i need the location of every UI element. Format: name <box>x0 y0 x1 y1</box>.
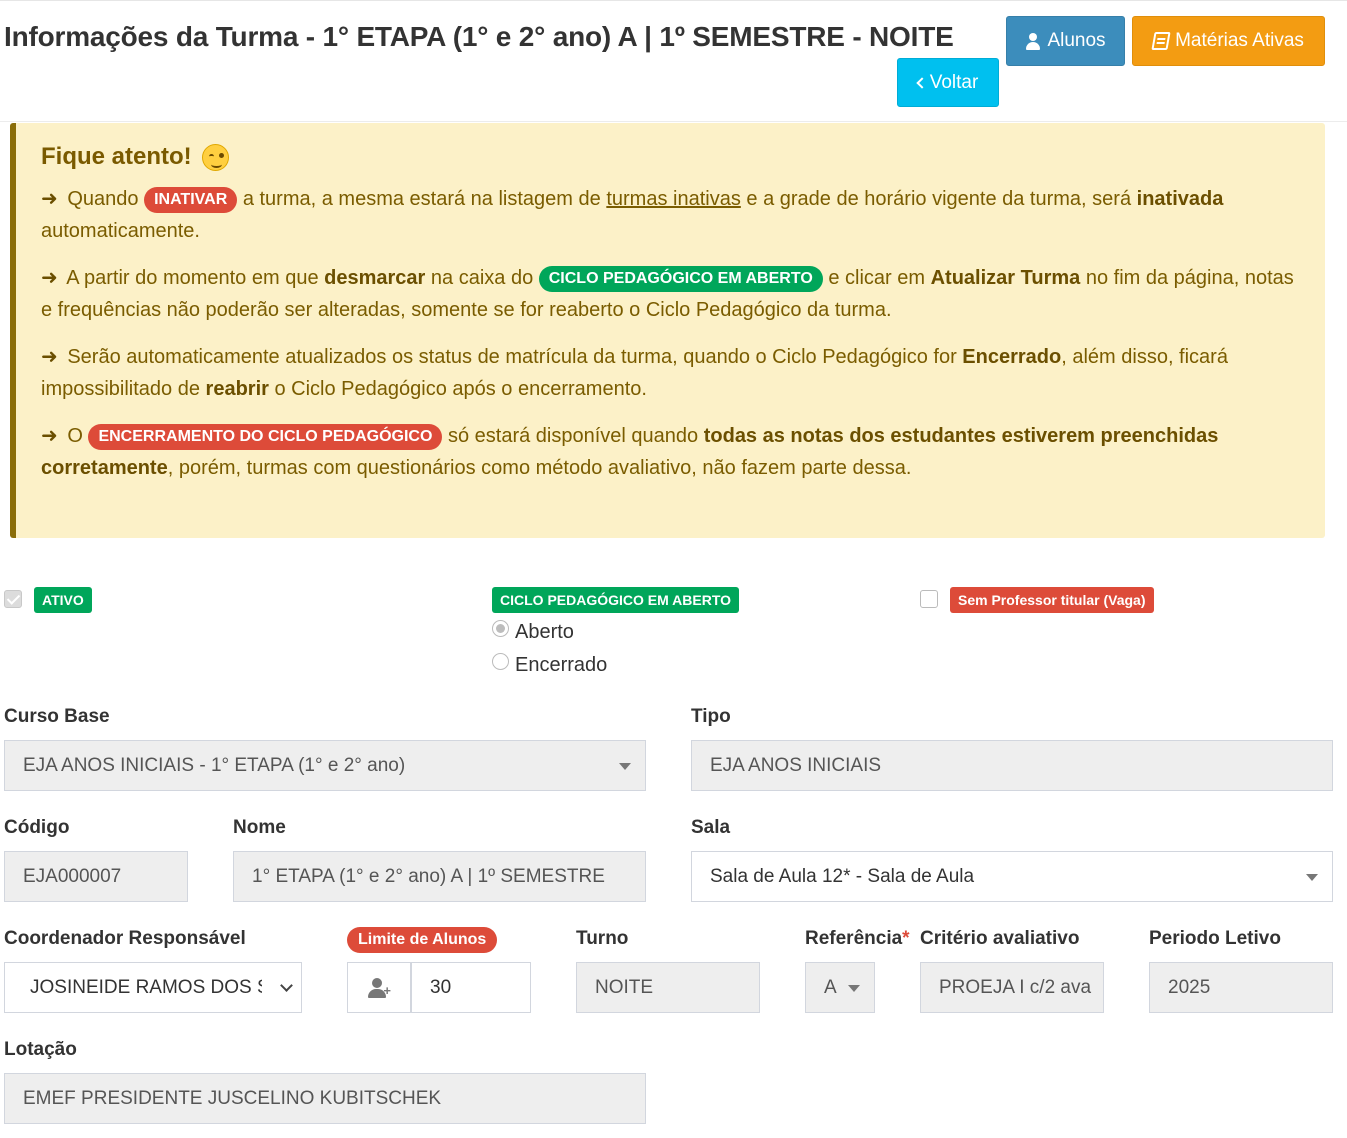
codigo-label: Código <box>4 817 70 838</box>
limite-alunos-input[interactable]: 30 <box>411 962 531 1013</box>
sala-select[interactable]: Sala de Aula 12* - Sala de Aula <box>691 851 1333 902</box>
ciclo-aberto-radio-label: Aberto <box>515 621 574 643</box>
criterio-avaliativo-field: PROEJA I c/2 ava <box>920 962 1104 1013</box>
warning-callout: Fique atento! ➜ Quando INATIVAR a turma,… <box>10 123 1325 538</box>
ativo-checkbox[interactable] <box>4 590 22 608</box>
codigo-field: EJA000007 <box>4 851 188 902</box>
chevron-down-icon <box>280 979 293 992</box>
arrow-right-icon: ➜ <box>41 346 58 368</box>
curso-base-label: Curso Base <box>4 706 110 727</box>
turmas-inativas-link[interactable]: turmas inativas <box>606 188 741 210</box>
required-asterisk: * <box>902 928 910 949</box>
alunos-button-label: Alunos <box>1047 30 1106 51</box>
ativo-label: ATIVO <box>34 587 92 613</box>
ciclo-encerrado-radio[interactable] <box>492 653 509 670</box>
coordenador-select[interactable]: JOSINEIDE RAMOS DOS S ( <box>4 962 302 1013</box>
sem-professor-label: Sem Professor titular (Vaga) <box>950 587 1154 613</box>
curso-base-select[interactable]: EJA ANOS INICIAIS - 1° ETAPA (1° e 2° an… <box>4 740 646 791</box>
wink-emoji-icon <box>201 143 229 171</box>
limite-alunos-label: Limite de Alunos <box>347 927 498 953</box>
caret-down-icon <box>1306 874 1318 881</box>
callout-paragraph-2: ➜ A partir do momento em que desmarcar n… <box>41 262 1299 326</box>
page-header: Informações da Turma - 1° ETAPA (1° e 2°… <box>0 0 1347 122</box>
materias-ativas-button[interactable]: Matérias Ativas <box>1132 16 1325 66</box>
callout-paragraph-3: ➜ Serão automaticamente atualizados os s… <box>41 341 1299 405</box>
arrow-right-icon: ➜ <box>41 188 58 210</box>
sem-professor-checkbox[interactable] <box>920 590 938 608</box>
voltar-button[interactable]: Voltar <box>897 58 999 107</box>
encerramento-ciclo-badge: ENCERRAMENTO DO CICLO PEDAGÓGICO <box>88 424 443 450</box>
caret-down-icon <box>619 763 631 770</box>
coordenador-label: Coordenador Responsável <box>4 928 246 949</box>
limite-alunos-addon: + <box>347 962 411 1013</box>
criterio-avaliativo-label: Critério avaliativo <box>920 928 1080 949</box>
ciclo-aberto-radio[interactable] <box>492 620 509 637</box>
arrow-right-icon: ➜ <box>41 425 58 447</box>
nome-label: Nome <box>233 817 286 838</box>
lotacao-field: EMEF PRESIDENTE JUSCELINO KUBITSCHEK <box>4 1073 646 1124</box>
tipo-label: Tipo <box>691 706 731 727</box>
materias-ativas-button-label: Matérias Ativas <box>1175 30 1304 51</box>
ciclo-encerrado-radio-label: Encerrado <box>515 654 608 676</box>
alunos-button[interactable]: Alunos <box>1006 16 1125 66</box>
turno-field: NOITE <box>576 962 760 1013</box>
referencia-select[interactable]: A <box>805 962 875 1013</box>
callout-paragraph-4: ➜ O ENCERRAMENTO DO CICLO PEDAGÓGICO só … <box>41 420 1299 484</box>
arrow-right-icon: ➜ <box>41 267 58 289</box>
chevron-left-icon <box>916 76 928 89</box>
caret-down-icon <box>848 985 860 992</box>
ciclo-aberto-label: CICLO PEDAGÓGICO EM ABERTO <box>492 587 740 613</box>
ciclo-aberto-badge: CICLO PEDAGÓGICO EM ABERTO <box>538 266 823 292</box>
callout-paragraph-1: ➜ Quando INATIVAR a turma, a mesma estar… <box>41 183 1299 247</box>
user-icon <box>1025 32 1041 50</box>
inativar-badge: INATIVAR <box>144 187 238 213</box>
sala-label: Sala <box>691 817 731 838</box>
referencia-label: Referência* <box>805 928 910 949</box>
page-title: Informações da Turma - 1° ETAPA (1° e 2°… <box>4 21 954 52</box>
turno-label: Turno <box>576 928 629 949</box>
book-icon <box>1151 32 1171 50</box>
callout-title: Fique atento! <box>41 143 1299 171</box>
tipo-field: EJA ANOS INICIAIS <box>691 740 1333 791</box>
nome-field: 1° ETAPA (1° e 2° ano) A | 1º SEMESTRE <box>233 851 646 902</box>
voltar-button-label: Voltar <box>929 71 979 93</box>
user-plus-icon: + <box>367 977 391 998</box>
periodo-letivo-label: Periodo Letivo <box>1149 928 1281 949</box>
lotacao-label: Lotação <box>4 1039 77 1060</box>
periodo-letivo-field: 2025 <box>1149 962 1333 1013</box>
